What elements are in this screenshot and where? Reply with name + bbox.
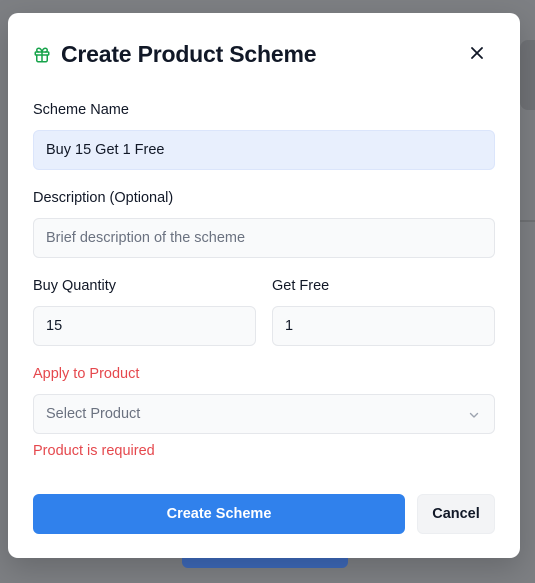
create-scheme-button[interactable]: Create Scheme	[33, 494, 405, 534]
dialog-header: Create Product Scheme	[33, 41, 316, 68]
dialog-title: Create Product Scheme	[61, 41, 317, 67]
buy-quantity-input[interactable]: 15	[33, 306, 256, 346]
scheme-name-label: Scheme Name	[33, 102, 129, 118]
product-label: Apply to Product	[33, 366, 140, 382]
chevron-down-icon	[468, 409, 480, 421]
get-free-input[interactable]: 1	[272, 306, 495, 346]
product-select[interactable]: Select Product	[33, 394, 495, 434]
description-input[interactable]: Brief description of the scheme	[33, 218, 495, 258]
description-label: Description (Optional)	[33, 190, 174, 206]
product-error-message: Product is required	[33, 443, 155, 459]
get-free-label: Get Free	[272, 278, 330, 294]
product-select-value: Select Product	[46, 406, 141, 422]
close-icon[interactable]	[470, 46, 484, 60]
scheme-name-input[interactable]: Buy 15 Get 1 Free	[33, 130, 495, 170]
backdrop-divider	[520, 220, 535, 222]
backdrop-strip	[520, 40, 535, 110]
cancel-button[interactable]: Cancel	[417, 494, 495, 534]
buy-quantity-label: Buy Quantity	[33, 278, 117, 294]
create-scheme-dialog: Create Product Scheme Scheme Name Buy 15…	[8, 13, 520, 558]
gift-icon	[33, 46, 51, 64]
